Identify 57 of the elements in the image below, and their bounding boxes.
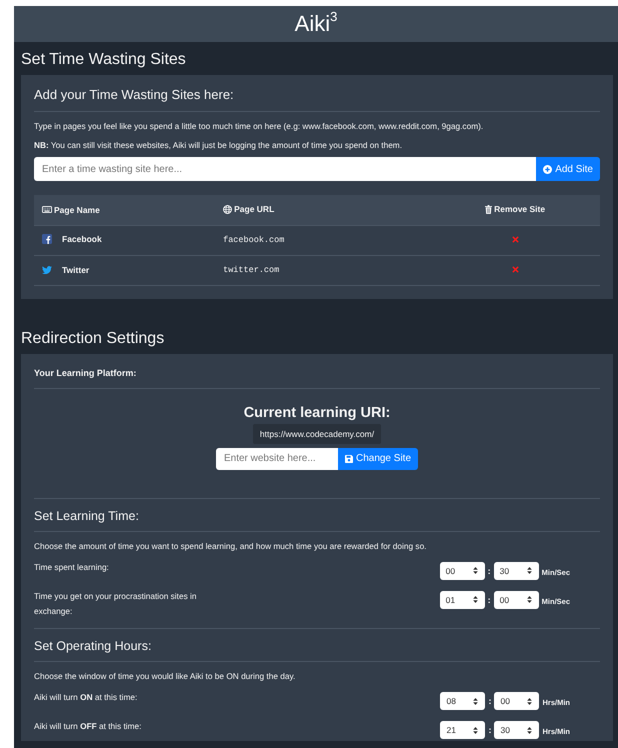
current-uri: https://www.codecademy.com/ [252,424,382,444]
time-select[interactable]: 08 [440,692,486,710]
time-select[interactable]: 21 [440,721,486,739]
column-header: Remove Site [494,204,546,214]
sort-caret-icon [473,698,478,704]
sort-caret-icon [526,567,532,574]
time-select[interactable]: 00 [494,590,539,608]
column-header: Page Name [54,204,100,214]
current-uri-heading: Current learning URI: [244,404,390,420]
website-input[interactable]: Enter website here... [216,448,338,470]
globe-icon [223,204,232,214]
time-separator: : [488,696,492,706]
change-site-button[interactable]: Change Site [338,448,418,470]
time-select[interactable]: 30 [494,562,539,580]
instructions-text: Type in pages you feel like you spend a little too much time on here (e.g: www.facebook.com, www.reddit.com, 9gag.com). [34,121,484,131]
column-header: Page URL [234,204,274,214]
section-heading: Redirection Settings [20,328,166,348]
section-heading: Set Time Wasting Sites [20,50,187,70]
plus-circle-icon [543,164,552,174]
time-label: Aiki will turn ON at this time: [34,691,138,704]
subsection-title: Set Operating Hours: [34,638,152,655]
sort-caret-icon [472,567,478,574]
time-separator: : [488,725,492,735]
add-site-button[interactable]: Add Site [536,157,600,181]
time-separator: : [488,594,491,604]
site-input[interactable]: Enter a time wasting site here... [34,157,536,181]
app-title: Aiki$^{3}$ [294,13,338,35]
description-text: Choose the window of time you would like Aiki to be ON during the day. [34,671,296,681]
time-select[interactable]: 00 [440,562,485,580]
page-url: twitter.com [223,265,280,275]
time-select[interactable]: 30 [494,721,540,739]
save-icon [344,454,353,462]
remove-icon[interactable] [512,236,519,243]
remove-icon[interactable] [512,266,519,273]
sort-caret-icon [527,698,532,704]
bird-icon [42,266,52,274]
subsection-title: Set Learning Time: [34,508,140,525]
time-select[interactable]: 01 [440,590,485,608]
page-name: Twitter [62,264,90,274]
sort-caret-icon [472,596,478,603]
trash-icon [485,204,492,214]
card-title: Your Learning Platform: [34,368,138,378]
sort-caret-icon [527,726,532,734]
card-title: Add your Time Wasting Sites here: [34,87,235,102]
time-separator: : [488,566,491,576]
time-select[interactable]: 00 [494,692,540,710]
time-label: Time you get on your procrastination sites in exchange: [34,590,198,618]
page-name: Facebook [62,234,102,244]
time-label: Aiki will turn OFF at this time: [34,720,142,733]
facebook-icon [42,234,52,244]
description-text: Choose the amount of time you want to spend learning, and how much time you are rewarded for doing so. [34,540,428,550]
note-text: NB: You can still visit these websites, Aiki will just be logging the amount of time you spend on them. [34,140,404,150]
time-label: Time spent learning: [34,560,109,574]
sort-caret-icon [473,726,478,734]
page-url: facebook.com [223,235,284,245]
sort-caret-icon [526,596,532,603]
keyboard-icon [42,206,52,213]
